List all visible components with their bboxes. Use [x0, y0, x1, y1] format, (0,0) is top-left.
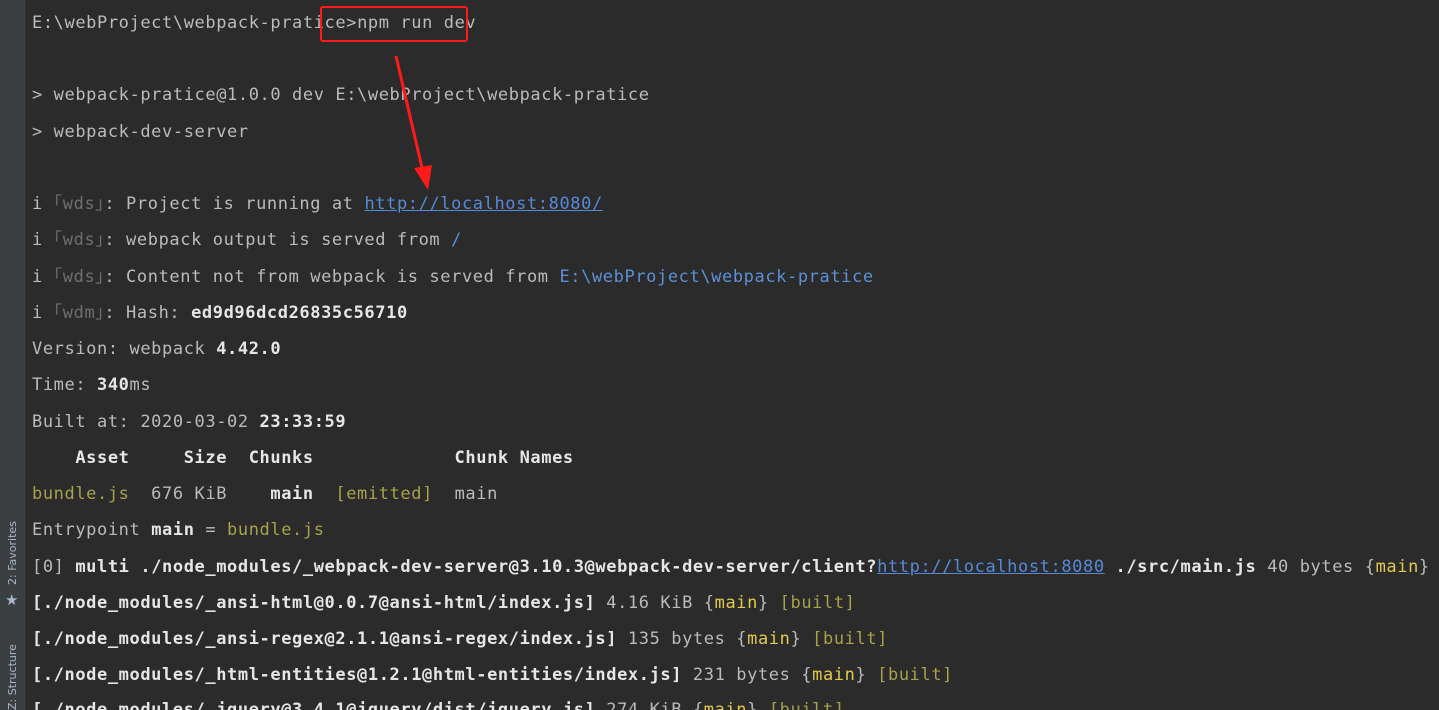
module-index: [0] — [32, 557, 76, 577]
output-text: : webpack output is served from — [104, 230, 452, 250]
built-tag: [built] — [877, 665, 954, 685]
script-line-2: > webpack-dev-server — [32, 122, 249, 142]
favorites-tab-label: 2: Favorites — [6, 521, 19, 585]
built-tag: [built] — [768, 700, 845, 710]
structure-tab-label: Z: Structure — [6, 644, 19, 710]
module-row-4: [./node_modules/_jquery@3.4.1@jquery/dis… — [32, 700, 845, 710]
info-prefix: i — [32, 194, 54, 214]
asset-chunk: main — [270, 484, 314, 504]
chunk-main: main — [747, 629, 791, 649]
content-path: E:\webProject\webpack-pratice — [559, 267, 874, 287]
module-row-0: [0] multi ./node_modules/_webpack-dev-se… — [32, 557, 1430, 577]
asset-table-header: Asset Size Chunks Chunk Names — [32, 448, 574, 468]
entrypoint-name: main — [151, 520, 195, 540]
wds-content-line: i ｢wds｣: Content not from webpack is ser… — [32, 267, 874, 287]
module-size: 274 KiB — [595, 700, 693, 710]
module-path-tail: ./src/main.js — [1104, 557, 1257, 577]
hash-value: ed9d96dcd26835c56710 — [191, 303, 408, 323]
info-prefix: i — [32, 230, 54, 250]
module-row-2: [./node_modules/_ansi-regex@2.1.1@ansi-r… — [32, 629, 889, 649]
module-size: 231 bytes — [682, 665, 802, 685]
star-icon: ★ — [5, 591, 19, 609]
built-at-line: Built at: 2020-03-02 23:33:59 — [32, 412, 346, 432]
built-tag: [built] — [779, 593, 856, 613]
output-path: / — [451, 230, 462, 250]
module-size: 135 bytes — [617, 629, 737, 649]
built-tag: [built] — [812, 629, 889, 649]
module-row-1: [./node_modules/_ansi-html@0.0.7@ansi-ht… — [32, 593, 856, 613]
module-path: [./node_modules/_jquery@3.4.1@jquery/dis… — [32, 700, 596, 710]
wds-output-line: i ｢wds｣: webpack output is served from / — [32, 230, 462, 250]
wds-running-line: i ｢wds｣: Project is running at http://lo… — [32, 194, 603, 214]
chunk-main: main — [812, 665, 856, 685]
wdm-hash-line: i ｢wdm｣: Hash: ed9d96dcd26835c56710 — [32, 303, 408, 323]
module-size: 4.16 KiB — [595, 593, 704, 613]
chunk-main: main — [703, 700, 748, 710]
entrypoint-line: Entrypoint main = bundle.js — [32, 520, 325, 540]
wds-tag: ｢wds｣ — [53, 194, 105, 214]
asset-row: bundle.js 676 KiB main [emitted] main — [32, 484, 498, 504]
time-value: 340 — [97, 375, 130, 395]
terminal-output[interactable]: E:\webProject\webpack-pratice>npm run de… — [32, 0, 1439, 710]
built-at-label: Built at: 2020-03-02 — [32, 412, 260, 432]
prompt-path: E:\webProject\webpack-pratice — [32, 13, 347, 33]
favorites-tab[interactable]: 2: Favorites ★ — [3, 515, 22, 609]
version-line: Version: webpack 4.42.0 — [32, 339, 281, 359]
info-prefix: i — [32, 303, 54, 323]
asset-emitted: [emitted] — [335, 484, 433, 504]
module-path: [./node_modules/_ansi-html@0.0.7@ansi-ht… — [32, 593, 596, 613]
asset-name: bundle.js — [32, 484, 130, 504]
script-line-1: > webpack-pratice@1.0.0 dev E:\webProjec… — [32, 85, 650, 105]
wdm-tag: ｢wdm｣ — [53, 303, 105, 323]
module-path: [./node_modules/_html-entities@1.2.1@htm… — [32, 665, 683, 685]
module-path: [./node_modules/_ansi-regex@2.1.1@ansi-r… — [32, 629, 618, 649]
content-text: : Content not from webpack is served fro… — [104, 267, 560, 287]
hash-label: : Hash: — [104, 303, 192, 323]
command-highlight-box — [320, 6, 468, 42]
time-unit: ms — [129, 375, 152, 395]
chunk-main: main — [1375, 557, 1419, 577]
wds-tag: ｢wds｣ — [53, 267, 105, 287]
module-path: multi ./node_modules/_webpack-dev-server… — [75, 557, 878, 577]
time-label: Time: — [32, 375, 98, 395]
asset-chunk-name: main — [454, 484, 498, 504]
asset-size: 676 KiB — [129, 484, 271, 504]
built-at-time: 23:33:59 — [259, 412, 347, 432]
entrypoint-file: bundle.js — [227, 520, 325, 540]
entrypoint-label: Entrypoint — [32, 520, 152, 540]
version-label: Version: webpack — [32, 339, 217, 359]
module-size: 40 bytes — [1256, 557, 1365, 577]
structure-tab[interactable]: Z: Structure — [3, 636, 22, 710]
entrypoint-eq: = — [194, 520, 228, 540]
info-prefix: i — [32, 267, 54, 287]
running-text: : Project is running at — [104, 194, 365, 214]
module-url-link[interactable]: http://localhost:8080 — [877, 557, 1105, 577]
chunk-main: main — [714, 593, 758, 613]
time-line: Time: 340ms — [32, 375, 151, 395]
version-value: 4.42.0 — [216, 339, 282, 359]
wds-tag: ｢wds｣ — [53, 230, 105, 250]
localhost-link[interactable]: http://localhost:8080/ — [364, 194, 602, 214]
tool-window-strip: 2: Favorites ★ Z: Structure — [0, 0, 26, 710]
module-row-3: [./node_modules/_html-entities@1.2.1@htm… — [32, 665, 954, 685]
